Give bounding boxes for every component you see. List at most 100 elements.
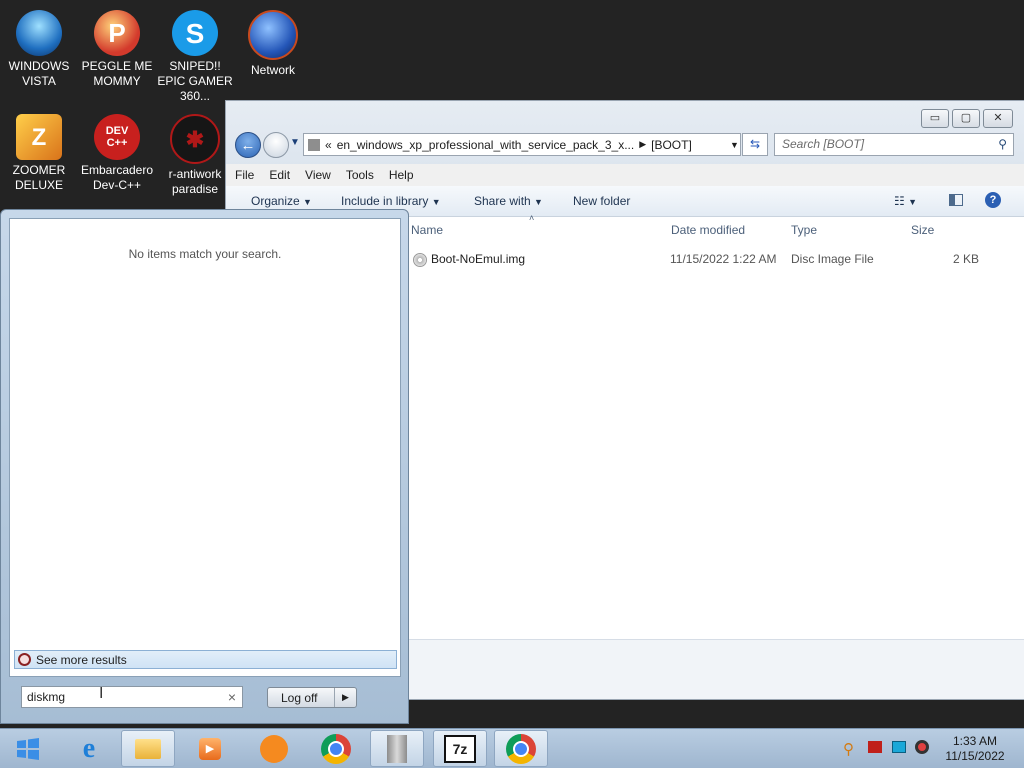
file-list: Name ˄ Date modified Type Size Boot-NoEm… [409, 213, 1024, 639]
menu-tools[interactable]: Tools [346, 168, 374, 182]
chevron-down-icon: ▼ [290, 137, 300, 148]
tray-volume-icon[interactable] [915, 740, 929, 754]
recent-pages-dropdown[interactable]: ▼ [290, 137, 300, 148]
desktop-icon-label: r-antiwork paradise [168, 167, 222, 196]
menu-view[interactable]: View [305, 168, 331, 182]
search-text: diskmg [27, 690, 66, 704]
desktop-icon-label: ZOOMER DELUXE [12, 163, 66, 192]
system-clock[interactable]: 1:33 AM 11/15/2022 [940, 734, 1010, 764]
see-more-label: See more results [36, 652, 127, 667]
help-button[interactable]: ? [985, 192, 1001, 208]
file-date: 11/15/2022 1:22 AM [670, 252, 777, 266]
clear-search-button[interactable]: × [228, 689, 236, 705]
start-search-input[interactable]: diskmg I × [21, 685, 243, 708]
organize-button[interactable]: Organize ▼ [251, 194, 312, 208]
desktop-icon-label: SNIPED!! EPIC GAMER 360... [157, 59, 233, 103]
desktop-icon-label: PEGGLE ME MOMMY [81, 59, 153, 88]
shutdown-options-button[interactable]: ▶ [334, 688, 356, 707]
desktop-icon-devcpp[interactable]: DEV C++ Embarcadero Dev-C++ [78, 108, 156, 193]
forward-button[interactable] [263, 132, 289, 158]
help-icon: ? [985, 192, 1001, 208]
menu-help[interactable]: Help [389, 168, 414, 182]
close-button[interactable]: ✕ [983, 109, 1013, 128]
text-cursor-icon: I [99, 685, 104, 702]
chevron-right-icon: ▶ [342, 692, 349, 702]
taskbar-uc-browser[interactable] [247, 730, 301, 767]
maximize-button[interactable]: ▢ [952, 109, 980, 128]
folder-icon [135, 738, 161, 759]
search-icon: ⚲ [998, 137, 1007, 151]
disc-image-file-icon [413, 253, 427, 267]
desktop-icon-peggle[interactable]: P PEGGLE ME MOMMY [78, 4, 156, 89]
preview-pane-button[interactable] [949, 194, 963, 209]
menu-bar: File Edit View Tools Help [226, 164, 1024, 186]
search-results-icon [18, 653, 31, 666]
address-current[interactable]: [BOOT] [651, 138, 692, 152]
column-type[interactable]: Type [791, 223, 817, 237]
preview-pane-icon [949, 194, 963, 206]
menu-file[interactable]: File [235, 168, 254, 182]
search-placeholder: Search [BOOT] [782, 137, 865, 151]
uc-browser-icon [260, 734, 288, 763]
chevron-down-icon: ▼ [303, 197, 312, 207]
address-prefix: « [325, 137, 332, 152]
clock-time: 1:33 AM [952, 734, 998, 748]
include-in-library-button[interactable]: Include in library ▼ [341, 194, 441, 208]
7zip-icon: 7z [444, 734, 476, 763]
peggle-icon: P [94, 10, 140, 56]
taskbar: e ▶ 7z ⚲ 1:33 AM 11/15/2022 [0, 728, 1024, 768]
address-folder[interactable]: en_windows_xp_professional_with_service_… [337, 138, 635, 152]
desktop-icon-sniped[interactable]: S SNIPED!! EPIC GAMER 360... [156, 4, 234, 104]
taskbar-file-explorer[interactable] [121, 730, 175, 767]
desktop-icon-zoomer[interactable]: Z ZOOMER DELUXE [0, 108, 78, 193]
taskbar-media-player[interactable]: ▶ [183, 730, 237, 767]
search-results-pane: No items match your search. See more res… [9, 218, 401, 677]
breadcrumb-separator-icon: ▶ [639, 139, 647, 149]
chevron-down-icon: ▼ [908, 197, 918, 207]
desktop-icon-antiwork[interactable]: ✱ r-antiwork paradise [156, 108, 234, 197]
column-size[interactable]: Size [911, 223, 934, 237]
desktop-icon-windows-vista[interactable]: WINDOWS VISTA [0, 4, 78, 89]
file-row[interactable]: Boot-NoEmul.img 11/15/2022 1:22 AM Disc … [409, 252, 1024, 272]
clock-date: 11/15/2022 [945, 749, 1005, 763]
address-bar[interactable]: « en_windows_xp_professional_with_servic… [303, 133, 741, 156]
chevron-down-icon: ▼ [431, 197, 441, 207]
see-more-results-button[interactable]: See more results [14, 650, 397, 669]
chrome-icon [321, 733, 351, 764]
skype-icon: S [172, 10, 218, 56]
zoomer-icon: Z [16, 114, 62, 160]
back-button[interactable]: ← [235, 132, 261, 158]
start-button[interactable] [0, 730, 56, 767]
column-date-modified[interactable]: Date modified [671, 223, 745, 237]
desktop-icon-network[interactable]: Network [234, 4, 312, 78]
share-with-button[interactable]: Share with ▼ [474, 194, 543, 208]
taskbar-chrome-2[interactable] [494, 730, 548, 767]
back-arrow-icon: ← [240, 136, 256, 154]
taskbar-internet-explorer[interactable]: e [62, 730, 116, 767]
sort-arrow-icon: ˄ [529, 213, 535, 223]
taskbar-chrome-1[interactable] [309, 730, 363, 767]
log-off-label: Log off [281, 690, 318, 705]
taskbar-archive[interactable] [370, 730, 424, 767]
tray-search-icon[interactable]: ⚲ [843, 740, 854, 758]
no-results-message: No items match your search. [128, 247, 282, 261]
view-options-button[interactable]: ☷ ▼ [894, 194, 917, 208]
column-name[interactable]: Name [411, 223, 443, 237]
minimize-button[interactable]: ▭ [921, 109, 949, 128]
folder-icon [308, 138, 320, 151]
antiwork-icon: ✱ [170, 114, 220, 164]
start-menu: No items match your search. See more res… [0, 209, 409, 724]
address-dropdown-icon[interactable]: ▼ [730, 140, 739, 150]
explorer-search-input[interactable]: Search [BOOT] ⚲ [774, 133, 1014, 156]
archive-icon [387, 734, 407, 763]
refresh-button[interactable]: ⇆ [742, 133, 768, 156]
devcpp-icon: DEV C++ [94, 114, 140, 160]
log-off-button[interactable]: Log off ▶ [267, 687, 357, 708]
windows-logo-icon [17, 737, 39, 760]
taskbar-7zip[interactable]: 7z [433, 730, 487, 767]
media-player-icon: ▶ [199, 737, 221, 760]
new-folder-button[interactable]: New folder [573, 194, 630, 208]
tray-flag-icon[interactable] [868, 741, 882, 753]
tray-display-icon[interactable] [892, 741, 906, 753]
menu-edit[interactable]: Edit [269, 168, 290, 182]
